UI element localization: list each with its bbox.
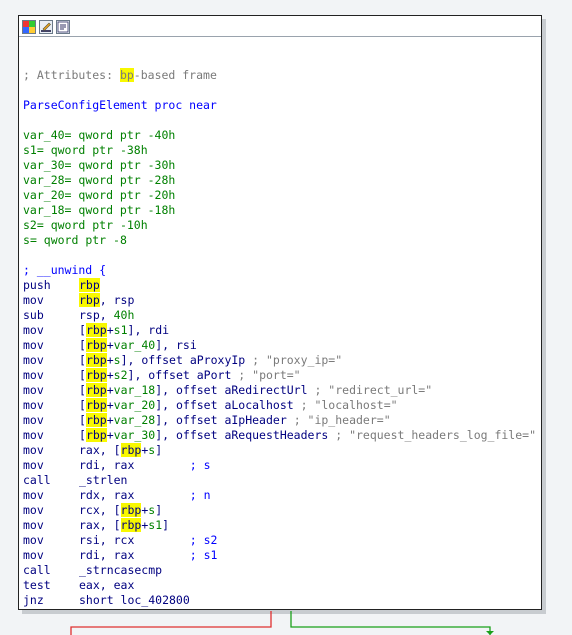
graph-edges (70, 611, 494, 635)
edge-true-branch (290, 611, 491, 635)
edge-false-branch (70, 611, 272, 635)
edge-arrow-true (486, 631, 494, 635)
